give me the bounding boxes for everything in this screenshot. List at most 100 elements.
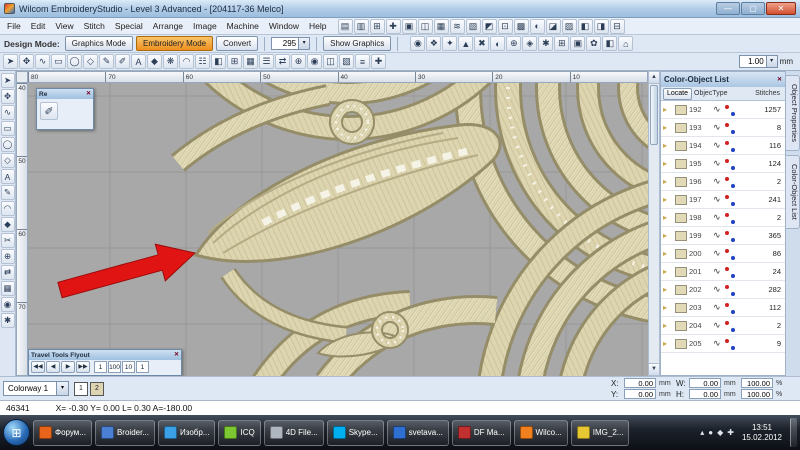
toolbar-icon[interactable]: ◧ [578, 19, 593, 34]
panel-tab[interactable]: Color-Object List [786, 155, 800, 229]
taskbar-item[interactable]: 4D File... [264, 420, 324, 446]
toolbar-icon[interactable]: ◆ [147, 54, 162, 69]
toolbar-icon[interactable]: ◉ [410, 36, 425, 51]
object-row[interactable]: ▸ 196 ∿ 2 [661, 173, 785, 191]
w-field[interactable] [689, 378, 721, 388]
thread-color-chip[interactable] [675, 267, 687, 277]
close-icon[interactable]: ✕ [86, 90, 91, 98]
scale-h-field[interactable] [741, 389, 773, 399]
thread-color-chip[interactable] [675, 141, 687, 151]
toolbar-icon[interactable]: ✚ [371, 54, 386, 69]
tool-icon[interactable]: ◠ [1, 201, 15, 216]
tool-icon[interactable]: ✱ [1, 313, 15, 328]
colorway-value[interactable]: Colorway 1 [4, 384, 56, 393]
menu-item[interactable]: Machine [222, 18, 264, 34]
object-row[interactable]: ▸ 194 ∿ 116 [661, 137, 785, 155]
toolbar-icon[interactable]: ▧ [466, 19, 481, 34]
toolbar-icon[interactable]: ◩ [482, 19, 497, 34]
tray-icon[interactable]: ▴ [700, 428, 704, 437]
thread-color-chip[interactable] [675, 213, 687, 223]
value-input[interactable] [740, 57, 766, 66]
toolbar-icon[interactable]: ✎ [99, 54, 114, 69]
thread-color-chip[interactable] [675, 123, 687, 133]
toolbar-icon[interactable]: ✚ [386, 19, 401, 34]
locate-button[interactable]: Locate [663, 88, 692, 100]
toolbar-icon[interactable]: ◫ [418, 19, 433, 34]
object-row[interactable]: ▸ 198 ∿ 2 [661, 209, 785, 227]
toolbar-icon[interactable]: ☷ [195, 54, 210, 69]
close-button[interactable]: ✕ [766, 2, 796, 15]
toolbar-icon[interactable]: ☰ [259, 54, 274, 69]
travel-step-value[interactable]: 10 [122, 361, 135, 373]
toolbar-icon[interactable]: ◨ [594, 19, 609, 34]
convert-button[interactable]: Convert [216, 36, 258, 51]
taskbar-item[interactable]: Изобр... [158, 420, 215, 446]
travel-step-value[interactable]: 1 [136, 361, 149, 373]
toolbar-icon[interactable]: ◐ [530, 19, 545, 34]
tool-icon[interactable]: A [1, 169, 15, 184]
toolbar-icon[interactable]: ◈ [522, 36, 537, 51]
toolbar-icon[interactable]: ⊟ [610, 19, 625, 34]
show-desktop-button[interactable] [790, 418, 797, 447]
thread-color-chip[interactable] [675, 231, 687, 241]
thread-color-chip[interactable] [675, 285, 687, 295]
object-row[interactable]: ▸ 193 ∿ 8 [661, 119, 785, 137]
scroll-down-icon[interactable]: ▼ [649, 363, 659, 375]
toolbar-icon[interactable]: ▣ [570, 36, 585, 51]
embroidery-mode-button[interactable]: Embroidery Mode [136, 36, 213, 51]
taskbar-item[interactable]: IMG_2... [571, 420, 630, 446]
toolbar-icon[interactable]: ≋ [450, 19, 465, 34]
canvas-scrollbar[interactable]: ▲ ▼ [648, 71, 660, 376]
toolbar-icon[interactable]: ▣ [402, 19, 417, 34]
colorway-chip[interactable]: 1 [74, 382, 88, 396]
design-canvas[interactable]: Re ✕ ✐ Travel Tools Flyout ✕ ◀◀◀▶▶▶ [28, 83, 648, 376]
toolbar-icon[interactable]: ⊞ [227, 54, 242, 69]
tray-icon[interactable]: ◆ [717, 428, 723, 437]
tray-icon[interactable]: ● [708, 428, 713, 437]
toolbar-icon[interactable]: ▤ [338, 19, 353, 34]
toolbar-icon[interactable]: ⊞ [554, 36, 569, 51]
thread-color-chip[interactable] [675, 339, 687, 349]
toolbar-icon[interactable]: ▩ [514, 19, 529, 34]
object-row[interactable]: ▸ 204 ∿ 2 [661, 317, 785, 335]
menu-item[interactable]: Special [110, 18, 148, 34]
menu-item[interactable]: Edit [26, 18, 51, 34]
toolbar-icon[interactable]: ⌂ [618, 36, 633, 51]
thread-color-chip[interactable] [675, 303, 687, 313]
object-row[interactable]: ▸ 200 ∿ 86 [661, 245, 785, 263]
object-row[interactable]: ▸ 199 ∿ 365 [661, 227, 785, 245]
tool-icon[interactable]: ⇄ [1, 265, 15, 280]
start-button[interactable]: ⊞ [3, 419, 30, 446]
toolbar-icon[interactable]: ✦ [442, 36, 457, 51]
maximize-button[interactable]: ▢ [741, 2, 765, 15]
toolbar-icon[interactable]: ⊕ [506, 36, 521, 51]
thread-color-chip[interactable] [675, 195, 687, 205]
taskbar-item[interactable]: Wilco... [514, 420, 568, 446]
column-header-type[interactable]: ObjecType [694, 90, 727, 97]
tool-icon[interactable]: ◉ [1, 297, 15, 312]
tool-icon[interactable]: ▭ [1, 121, 15, 136]
zoom-input[interactable] [272, 39, 298, 48]
x-field[interactable] [624, 378, 656, 388]
toolbar-icon[interactable]: ◯ [67, 54, 82, 69]
panel-tab[interactable]: Object Properties [786, 75, 800, 151]
object-row[interactable]: ▸ 205 ∿ 9 [661, 335, 785, 353]
toolbar-icon[interactable]: ▦ [434, 19, 449, 34]
taskbar-item[interactable]: DF Ma... [452, 420, 511, 446]
colorway-chip[interactable]: 2 [90, 382, 104, 396]
object-row[interactable]: ▸ 203 ∿ 112 [661, 299, 785, 317]
travel-button[interactable]: ◀◀ [31, 361, 45, 373]
travel-step-value[interactable]: 100 [108, 361, 121, 373]
toolbar-icon[interactable]: ⊞ [370, 19, 385, 34]
thread-color-chip[interactable] [675, 105, 687, 115]
chevron-down-icon[interactable]: ▾ [56, 382, 68, 395]
toolbar-icon[interactable]: ❋ [163, 54, 178, 69]
tool-icon[interactable]: ▦ [1, 281, 15, 296]
reshape-tool-icon[interactable]: ✐ [40, 102, 58, 120]
tool-icon[interactable]: ➤ [1, 73, 15, 88]
toolbar-icon[interactable]: ▲ [458, 36, 473, 51]
menu-item[interactable]: View [50, 18, 78, 34]
scrollbar-thumb[interactable] [650, 85, 658, 145]
toolbar-icon[interactable]: ❖ [426, 36, 441, 51]
object-row[interactable]: ▸ 192 ∿ 1257 [661, 101, 785, 119]
